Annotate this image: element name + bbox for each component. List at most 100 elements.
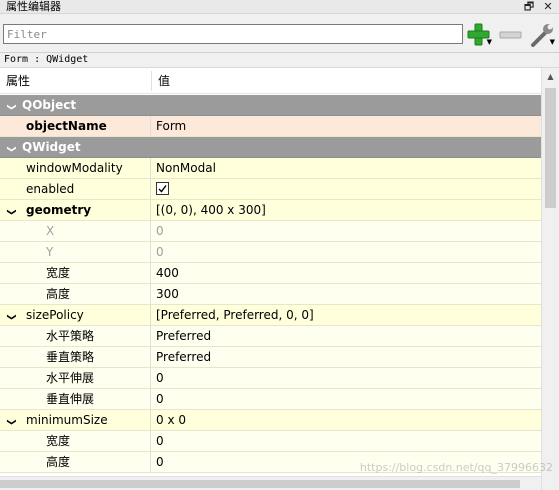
property-name: enabled [26,182,75,196]
property-name-cell[interactable]: 宽度 [0,263,151,283]
property-value: Preferred [156,329,212,343]
watermark: https://blog.csdn.net/qq_37996632 [359,461,553,474]
configure-button[interactable]: ▼ [529,22,555,48]
remove-property-button[interactable] [498,22,524,48]
expand-arrow-icon[interactable]: ❯ [1,411,21,430]
property-tree[interactable]: 属性 值 ❯ QObject objectName Form ❯ QWidget windo… [0,67,559,490]
header-value[interactable]: 值 [152,68,170,94]
property-row[interactable]: ❯ geometry [(0, 0), 400 x 300] [0,200,541,221]
property-name-cell[interactable]: 垂直伸展 [0,389,151,409]
property-name-cell[interactable]: 宽度 [0,431,151,451]
property-row[interactable]: enabled [0,179,541,200]
property-name-cell[interactable]: 水平伸展 [0,368,151,388]
close-icon[interactable]: ✕ [541,0,555,14]
property-value: Preferred [156,350,212,364]
subproperty-row[interactable]: 宽度 0 [0,431,541,452]
property-value-cell[interactable]: Preferred [152,347,541,367]
property-value-cell[interactable]: [(0, 0), 400 x 300] [152,200,541,220]
property-value-cell[interactable]: 400 [152,263,541,283]
dock-titlebar: 属性编辑器 🗗 ✕ [0,0,559,14]
property-value-cell[interactable]: 0 [152,368,541,388]
property-value-cell[interactable]: 0 [152,431,541,451]
horizontal-scrollbar[interactable] [0,476,541,490]
expand-arrow-icon[interactable]: ❯ [1,96,21,115]
property-row[interactable]: windowModality NonModal [0,158,541,179]
subproperty-row[interactable]: X0 [0,221,541,242]
chevron-down-icon: ▼ [486,38,492,46]
property-value-cell[interactable]: 0 x 0 [152,410,541,430]
property-row[interactable]: ❯ minimumSize 0 x 0 [0,410,541,431]
object-class-label: Form : QWidget [0,52,559,66]
property-name-cell[interactable]: ❯ sizePolicy [0,305,151,325]
header-property[interactable]: 属性 [0,68,30,94]
vertical-scrollbar[interactable]: ▲ [541,68,559,490]
property-name: 水平伸展 [46,371,95,385]
property-name-cell[interactable]: 水平策略 [0,326,151,346]
filter-input[interactable] [3,24,463,44]
property-name: 水平策略 [46,329,95,343]
subproperty-row[interactable]: Y0 [0,242,541,263]
property-name-cell[interactable]: X [0,221,151,241]
property-row[interactable]: objectName Form [0,116,541,137]
property-name-cell[interactable]: ❯ minimumSize [0,410,151,430]
property-value: 0 [156,245,164,259]
property-name-cell[interactable]: 高度 [0,452,151,472]
subproperty-row[interactable]: 水平伸展 0 [0,368,541,389]
property-value-cell[interactable]: 0 [152,242,541,262]
category-row[interactable]: ❯ QObject [0,95,541,116]
property-name: windowModality [26,161,123,175]
property-value-cell[interactable]: [Preferred, Preferred, 0, 0] [152,305,541,325]
property-value-cell[interactable]: NonModal [152,158,541,178]
property-value: 400 [156,266,179,280]
property-name-cell[interactable]: Y [0,242,151,262]
property-row[interactable]: ❯ sizePolicy [Preferred, Preferred, 0, 0] [0,305,541,326]
property-value: [Preferred, Preferred, 0, 0] [156,308,314,322]
category-label: QObject [22,98,77,112]
property-value: 300 [156,287,179,301]
property-value-cell[interactable]: 0 [152,221,541,241]
property-name: 宽度 [46,266,71,280]
subproperty-row[interactable]: 垂直策略 Preferred [0,347,541,368]
scroll-thumb[interactable] [545,88,556,208]
property-value: 0 [156,224,164,238]
property-value: 0 [156,371,164,385]
category-label: QWidget [22,140,81,154]
property-name-cell[interactable]: ❯ QWidget [0,137,541,157]
property-name-cell[interactable]: 高度 [0,284,151,304]
property-name: minimumSize [26,413,108,427]
scroll-up-button[interactable]: ▲ [542,68,559,85]
property-value-cell[interactable]: 300 [152,284,541,304]
property-rows: ❯ QObject objectName Form ❯ QWidget windowModa… [0,95,541,473]
property-name-cell[interactable]: ❯ geometry [0,200,151,220]
tree-header: 属性 值 [0,68,541,94]
property-value: Form [156,119,187,133]
property-value-cell[interactable]: 0 [152,389,541,409]
subproperty-row[interactable]: 垂直伸展 0 [0,389,541,410]
enabled-checkbox[interactable] [156,182,169,195]
property-name: 高度 [46,287,71,301]
property-value: 0 [156,434,164,448]
add-property-button[interactable]: ▼ [466,22,492,48]
property-name: sizePolicy [26,308,84,322]
expand-arrow-icon[interactable]: ❯ [1,306,21,325]
property-value-cell[interactable] [152,179,541,199]
property-name-cell[interactable]: ❯ QObject [0,95,541,115]
subproperty-row[interactable]: 水平策略 Preferred [0,326,541,347]
expand-arrow-icon[interactable]: ❯ [1,201,21,220]
subproperty-row[interactable]: 高度 300 [0,284,541,305]
category-row[interactable]: ❯ QWidget [0,137,541,158]
property-name: X [46,224,55,238]
subproperty-row[interactable]: 宽度 400 [0,263,541,284]
minus-icon [499,31,522,39]
h-scroll-thumb[interactable] [0,480,520,488]
float-icon[interactable]: 🗗 [522,0,536,14]
property-value-cell[interactable]: Form [152,116,541,136]
expand-arrow-icon[interactable]: ❯ [1,138,21,157]
property-name: geometry [26,203,92,217]
property-name-cell[interactable]: enabled [0,179,151,199]
property-name-cell[interactable]: 垂直策略 [0,347,151,367]
property-name-cell[interactable]: windowModality [0,158,151,178]
property-value-cell[interactable]: Preferred [152,326,541,346]
chevron-down-icon: ▼ [549,38,555,46]
property-name-cell[interactable]: objectName [0,116,151,136]
